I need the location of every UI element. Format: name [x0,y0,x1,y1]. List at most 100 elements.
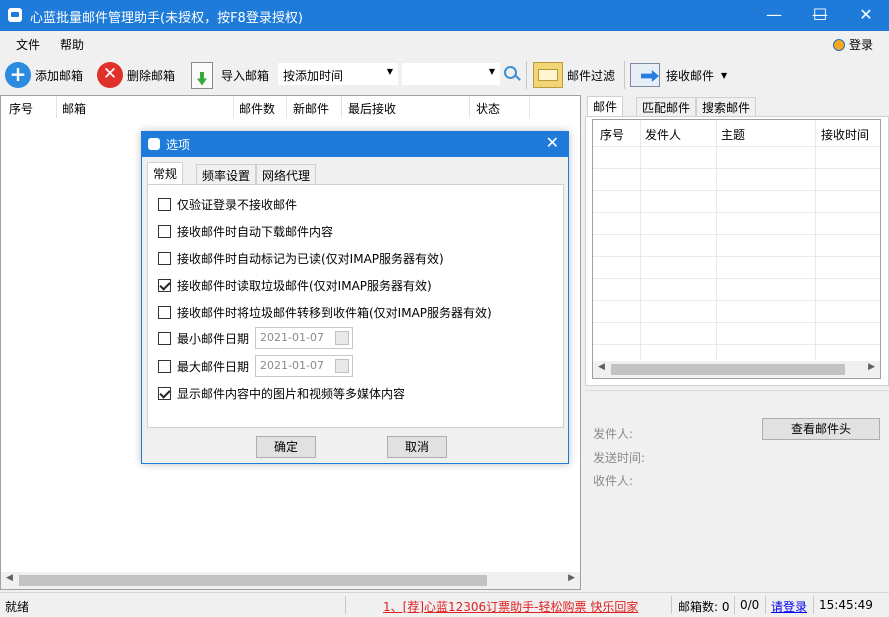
toolbar-separator [624,61,625,89]
option-verify-only[interactable]: 仅验证登录不接收邮件 [158,195,297,213]
checkbox[interactable] [158,197,171,211]
status-bar: 就绪 1、[荐]心蓝12306订票助手-轻松购票 快乐回家 邮箱数: 0 0/0… [0,592,889,617]
receive-mail-button[interactable]: 接收邮件 ▼ [630,61,727,89]
promo-link[interactable]: 1、[荐]心蓝12306订票助手-轻松购票 快乐回家 [383,598,638,615]
scroll-right-icon[interactable]: ▶ [568,573,575,583]
grid-line [593,212,880,213]
import-mailbox-button[interactable]: 导入邮箱 [191,61,269,89]
login-link[interactable]: 请登录 [771,598,807,615]
min-date-picker[interactable]: 2021-01-07 [255,327,354,349]
checkbox[interactable] [158,331,171,345]
max-date-picker[interactable]: 2021-01-07 [255,355,354,377]
scroll-left-icon[interactable]: ◀ [6,573,13,583]
option-move-spam[interactable]: 接收邮件时将垃圾邮件转移到收件箱(仅对IMAP服务器有效) [158,303,492,321]
dialog-title-bar[interactable]: 选项 ✕ [142,132,568,157]
option-max-date[interactable]: 最大邮件日期 2021-01-07 [158,355,354,377]
sort-select-value: 按添加时间 [283,69,344,83]
column-divider [56,96,57,118]
scrollbar-thumb[interactable] [611,364,845,375]
checkbox[interactable] [158,305,171,319]
grid-line [593,278,880,279]
chevron-down-icon: ▼ [386,67,393,76]
tab-search-mail[interactable]: 搜索邮件 [696,97,757,116]
delete-mailbox-label: 删除邮箱 [127,68,176,83]
grid-line [593,168,880,169]
ok-button[interactable]: 确定 [256,436,316,458]
add-mailbox-button[interactable]: + 添加邮箱 [5,61,83,89]
col-header-index[interactable]: 序号 [9,100,33,117]
calendar-icon[interactable] [335,359,350,373]
progress-ratio: 0/0 [740,598,760,612]
option-label: 接收邮件时读取垃圾邮件(仅对IMAP服务器有效) [177,278,432,293]
menu-file[interactable]: 文件 [16,36,40,53]
option-show-media[interactable]: 显示邮件内容中的图片和视频等多媒体内容 [158,384,405,402]
import-icon [191,61,213,89]
tab-proxy[interactable]: 网络代理 [256,164,317,184]
view-header-button[interactable]: 查看邮件头 [762,418,880,440]
checkbox[interactable] [158,224,171,238]
option-label: 最大邮件日期 [177,359,250,374]
column-divider [529,96,530,118]
general-tab-page: 仅验证登录不接收邮件 接收邮件时自动下载邮件内容 接收邮件时自动标记为已读(仅对… [147,184,564,428]
chevron-down-icon: ▼ [488,67,495,76]
col-header-subject[interactable]: 主题 [721,126,745,143]
calendar-icon[interactable] [335,331,350,345]
filter-select[interactable]: ▼ [402,63,500,85]
option-auto-download[interactable]: 接收邮件时自动下载邮件内容 [158,222,333,240]
status-text: 就绪 [5,600,30,614]
mail-filter-button[interactable]: 邮件过滤 [533,61,615,89]
plus-icon: + [5,62,31,88]
delete-mailbox-button[interactable]: ✕ 删除邮箱 [97,61,175,89]
checkbox[interactable] [158,251,171,265]
status-separator [345,596,346,614]
column-divider [286,96,287,118]
login-menu[interactable]: 登录 [833,36,873,53]
delete-icon: ✕ [97,62,123,88]
option-label: 显示邮件内容中的图片和视频等多媒体内容 [177,386,406,401]
col-header-new-mail[interactable]: 新邮件 [293,100,329,117]
option-label: 仅验证登录不接收邮件 [177,197,298,212]
options-dialog: 选项 ✕ 常规 频率设置 网络代理 仅验证登录不接收邮件 接收邮件时自动下载邮件… [141,131,569,464]
mail-detail-panel: 查看邮件头 发件人: 发送时间: 收件人: [585,390,889,590]
checkbox-checked[interactable] [158,386,171,400]
col-header-mail-count[interactable]: 邮件数 [239,100,275,117]
col-header-status[interactable]: 状态 [476,100,500,117]
minimize-button[interactable]: — [751,0,797,31]
tab-matched-mail[interactable]: 匹配邮件 [636,97,697,116]
scrollbar-thumb[interactable] [19,575,487,586]
tab-frequency[interactable]: 频率设置 [196,164,257,184]
toolbar-separator [526,61,527,89]
status-separator [813,596,814,614]
checkbox[interactable] [158,359,171,373]
col-header-last-received[interactable]: 最后接收 [348,100,396,117]
option-read-spam[interactable]: 接收邮件时读取垃圾邮件(仅对IMAP服务器有效) [158,276,432,294]
grid-line [593,190,880,191]
scroll-right-icon[interactable]: ▶ [868,362,875,372]
col-header-sender[interactable]: 发件人 [645,126,681,143]
option-mark-read[interactable]: 接收邮件时自动标记为已读(仅对IMAP服务器有效) [158,249,444,267]
column-divider [341,96,342,118]
close-icon[interactable]: ✕ [546,133,559,152]
close-window-button[interactable]: ✕ [843,0,889,31]
col-header-index[interactable]: 序号 [600,126,624,143]
mail-list-horizontal-scrollbar[interactable]: ◀ ▶ [593,361,880,378]
col-header-mailbox[interactable]: 邮箱 [62,100,86,117]
maximize-button[interactable]: ☐ [797,0,843,31]
horizontal-scrollbar[interactable]: ◀ ▶ [1,572,580,589]
col-header-received-time[interactable]: 接收时间 [821,126,869,143]
clock: 15:45:49 [819,598,873,612]
mail-list[interactable]: 序号 发件人 主题 接收时间 ◀ ▶ [592,119,881,379]
menu-help[interactable]: 帮助 [60,36,84,53]
option-label: 接收邮件时自动下载邮件内容 [177,224,334,239]
login-label: 登录 [849,38,874,52]
cancel-button[interactable]: 取消 [387,436,447,458]
checkbox-checked[interactable] [158,278,171,292]
tab-general[interactable]: 常规 [147,162,184,185]
scroll-left-icon[interactable]: ◀ [598,362,605,372]
filter-icon [533,62,563,88]
tab-mail[interactable]: 邮件 [587,96,624,117]
toolbar: + 添加邮箱 ✕ 删除邮箱 导入邮箱 按添加时间 ▼ ▼ 邮件过滤 接收邮件 ▼ [0,55,889,95]
option-min-date[interactable]: 最小邮件日期 2021-01-07 [158,327,354,349]
grid-line [593,344,880,345]
sort-select[interactable]: 按添加时间 ▼ [278,63,398,85]
